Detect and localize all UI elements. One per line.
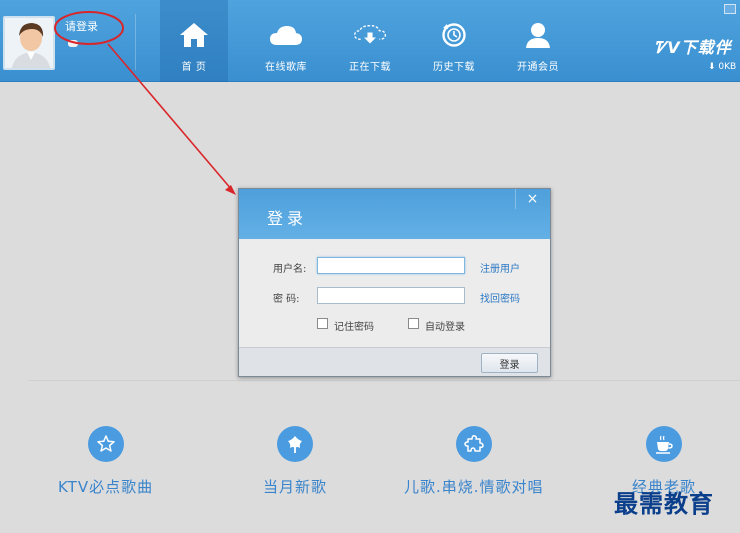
login-button[interactable]: 登录 [481, 353, 538, 373]
user-avatar[interactable] [3, 16, 55, 70]
category-ktv-label: KTV必点歌曲 [58, 478, 154, 496]
remember-password-checkbox[interactable] [317, 318, 328, 329]
minimize-button[interactable] [724, 4, 736, 14]
cloud-download-icon [353, 22, 387, 48]
password-label: 密 码: [273, 294, 300, 305]
download-speed: ⬇ 0KB [708, 62, 736, 72]
close-icon[interactable]: × [515, 189, 549, 209]
top-header: 请登录 首 页 在线歌库 正在下载 历史下载 开通会员 ᏤV下载伴 ⬇ 0KB [0, 0, 740, 82]
puzzle-icon [455, 426, 492, 462]
password-field[interactable] [317, 287, 465, 304]
category-ktv[interactable]: KTV必点歌曲 [58, 426, 153, 497]
category-new-songs[interactable]: 当月新歌 [263, 426, 327, 497]
vip-user-icon [521, 22, 555, 48]
login-dialog-header: 登录 × [239, 189, 550, 239]
download-arrow-icon: ⬇ [708, 62, 719, 72]
category-new-songs-label: 当月新歌 [263, 478, 328, 496]
username-field[interactable] [317, 257, 465, 274]
home-icon [177, 22, 211, 48]
login-dialog-title: 登录 [267, 209, 308, 228]
category-kids-medley-duet-label: 儿歌.串烧.情歌对唱 [404, 478, 544, 496]
nav-downloading-label: 正在下载 [349, 62, 391, 73]
login-dialog-footer: 登录 [239, 347, 550, 376]
username-label: 用户名: [273, 264, 307, 275]
history-icon [437, 22, 471, 48]
nav-vip-label: 开通会员 [517, 62, 559, 73]
nav-vip[interactable]: 开通会员 [496, 0, 580, 82]
logo-mark-icon: ᏤV [654, 38, 681, 57]
register-link[interactable]: 注册用户 [480, 260, 520, 275]
cloud-icon [269, 22, 303, 48]
coffee-cup-icon [646, 426, 682, 462]
remember-password-label: 记住密码 [334, 322, 374, 333]
login-prompt-link[interactable]: 请登录 [65, 18, 98, 34]
nav-online-library-label: 在线歌库 [265, 62, 307, 73]
download-speed-value: 0KB [718, 62, 737, 72]
recover-password-link[interactable]: 找回密码 [480, 290, 520, 305]
nav-home[interactable]: 首 页 [160, 0, 228, 82]
content-divider [28, 380, 740, 381]
app-logo: ᏤV下载伴 [654, 34, 732, 58]
leaf-icon [277, 426, 313, 462]
logo-text: 下载伴 [680, 38, 732, 57]
annotation-arrowhead [225, 185, 236, 195]
star-icon [87, 426, 124, 462]
nav-online-library[interactable]: 在线歌库 [244, 0, 328, 82]
level-badge-icon [68, 40, 78, 47]
watermark-text: 最需教育 [614, 489, 714, 518]
auto-login-label: 自动登录 [425, 322, 465, 333]
nav-download-history[interactable]: 历史下载 [412, 0, 496, 82]
header-divider [135, 14, 136, 70]
main-nav: 首 页 在线歌库 正在下载 历史下载 开通会员 [160, 0, 580, 82]
login-dialog: 登录 × 用户名: 注册用户 密 码: 找回密码 记住密码 自动登录 登录 [238, 188, 551, 377]
nav-download-history-label: 历史下载 [433, 62, 475, 73]
nav-home-label: 首 页 [181, 62, 207, 73]
category-kids-medley-duet[interactable]: 儿歌.串烧.情歌对唱 [404, 426, 544, 497]
default-user-icon [11, 23, 51, 68]
auto-login-checkbox[interactable] [408, 318, 419, 329]
nav-downloading[interactable]: 正在下载 [328, 0, 412, 82]
